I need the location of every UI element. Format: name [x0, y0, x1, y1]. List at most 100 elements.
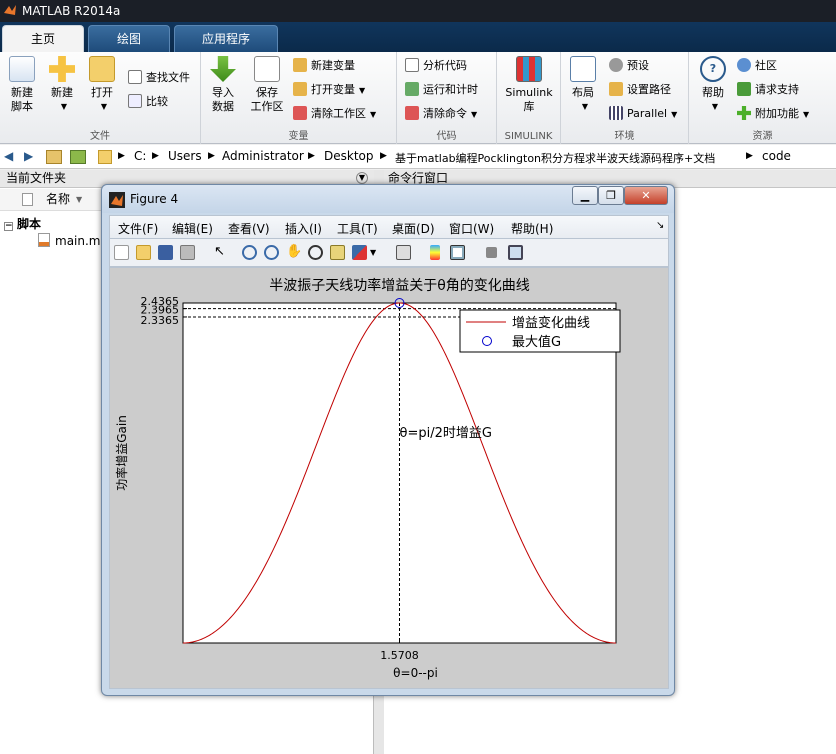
save-figure-icon[interactable]	[158, 245, 173, 260]
figure-canvas: 半波振子天线功率增益关于θ角的变化曲线 2.4365 2.3965 2.3365 θ…	[109, 267, 669, 689]
browse-folder-icon[interactable]	[70, 150, 86, 164]
back-icon[interactable]: ◀	[4, 149, 13, 163]
matlab-logo-icon	[109, 192, 125, 208]
show-tools-icon[interactable]	[508, 245, 523, 260]
crumb-project-folder[interactable]: 基于matlab编程Pocklington积分方程求半波天线源码程序+文档	[395, 150, 715, 166]
help-button[interactable]: ? 帮助 ▼	[695, 56, 731, 114]
legend-entry-gain: 增益变化曲线	[512, 315, 590, 331]
pan-hand-icon[interactable]: ✋	[286, 245, 302, 260]
group-variable: 导入 数据 保存 工作区 新建变量 打开变量 ▼ 清除工作区 ▼ 变量	[201, 52, 397, 144]
maximize-button[interactable]: ❐	[598, 186, 624, 205]
open-variable-icon	[293, 82, 307, 96]
simulink-icon	[516, 56, 542, 82]
app-title: MATLAB R2014a	[22, 4, 121, 18]
open-button[interactable]: 打开 ▼	[84, 56, 120, 114]
crumb-code[interactable]: code	[762, 149, 791, 163]
find-files-icon	[128, 70, 142, 84]
dock-arrow-icon[interactable]: ↘	[656, 220, 664, 231]
menu-insert[interactable]: 插入(I)	[285, 220, 322, 237]
run-and-time-button[interactable]: 运行和计时	[405, 80, 478, 100]
close-button[interactable]: ✕	[624, 186, 668, 205]
ribbon-tabs: 主页 绘图 应用程序	[0, 22, 836, 52]
brush-dropdown-icon[interactable]: ▼	[370, 245, 378, 260]
data-cursor-icon[interactable]	[330, 245, 345, 260]
forward-icon[interactable]: ▶	[24, 149, 33, 163]
plus-icon	[49, 56, 75, 82]
tree-folder-scripts[interactable]: − 脚本	[4, 215, 41, 232]
tab-apps[interactable]: 应用程序	[174, 25, 278, 52]
colorbar-icon[interactable]	[430, 245, 440, 260]
legend-icon[interactable]	[450, 245, 465, 260]
group-simulink-label: SIMULINK	[504, 131, 553, 142]
set-path-icon	[609, 82, 623, 96]
ribbon-toolbar: 新建 脚本 新建 ▼ 打开 ▼ 查找文件 比较 文件 导入 数据 保存 工作区 新建…	[0, 52, 836, 144]
group-environment: 布局 ▼ 预设 设置路径 Parallel ▼ 环境	[561, 52, 689, 144]
parallel-button[interactable]: Parallel ▼	[609, 104, 677, 124]
menu-file[interactable]: 文件(F)	[118, 220, 158, 237]
rotate-3d-icon[interactable]	[308, 245, 323, 260]
import-data-button[interactable]: 导入 数据	[205, 56, 241, 114]
hide-tools-icon[interactable]	[486, 247, 497, 258]
open-variable-button[interactable]: 打开变量 ▼	[293, 80, 365, 100]
analyze-code-icon	[405, 58, 419, 72]
community-button[interactable]: 社区	[737, 56, 777, 76]
group-variable-label: 变量	[288, 131, 309, 142]
new-button[interactable]: 新建 ▼	[44, 56, 80, 114]
max-annotation: θ=pi/2时增益G	[400, 426, 492, 441]
y-tick-label: 2.3365	[141, 314, 180, 327]
file-item-main[interactable]: main.m	[38, 233, 101, 248]
new-script-button[interactable]: 新建 脚本	[4, 56, 40, 114]
layout-icon	[570, 56, 596, 82]
request-support-button[interactable]: 请求支持	[737, 80, 799, 100]
collapse-icon[interactable]: −	[4, 222, 13, 231]
compare-icon	[128, 94, 142, 108]
compare-button[interactable]: 比较	[128, 92, 168, 112]
open-file-icon[interactable]	[136, 245, 151, 260]
new-figure-icon[interactable]	[114, 245, 129, 260]
x-axis-label: θ=0--pi	[393, 666, 438, 680]
group-resources-label: 资源	[752, 131, 773, 142]
simulink-library-button[interactable]: Simulink 库	[503, 56, 555, 114]
address-bar: ◀ ▶ ▶ C: ▶ Users ▶ Administrator ▶ Deskt…	[0, 145, 836, 169]
menu-window[interactable]: 窗口(W)	[449, 220, 494, 237]
folder-open-icon	[89, 56, 115, 82]
clear-workspace-button[interactable]: 清除工作区 ▼	[293, 104, 376, 124]
add-ons-button[interactable]: 附加功能 ▼	[737, 104, 809, 124]
community-icon	[737, 58, 751, 72]
zoom-out-icon[interactable]	[264, 245, 279, 260]
crumb-administrator[interactable]: Administrator	[222, 149, 304, 163]
zoom-in-icon[interactable]	[242, 245, 257, 260]
new-variable-button[interactable]: 新建变量	[293, 56, 355, 76]
figure-title-bar[interactable]: Figure 4 ▁ ❐ ✕	[102, 185, 674, 213]
preferences-button[interactable]: 预设	[609, 56, 649, 76]
minimize-button[interactable]: ▁	[572, 186, 598, 205]
clear-commands-icon	[405, 106, 419, 120]
menu-help[interactable]: 帮助(H)	[511, 220, 553, 237]
group-code-label: 代码	[436, 131, 457, 142]
link-plot-icon[interactable]	[396, 245, 411, 260]
crumb-users[interactable]: Users	[168, 149, 202, 163]
tab-plots[interactable]: 绘图	[88, 25, 170, 52]
panel-menu-icon[interactable]: ▼	[356, 172, 368, 184]
menu-edit[interactable]: 编辑(E)	[172, 220, 213, 237]
new-variable-icon	[293, 58, 307, 72]
figure-menu-bar: 文件(F) 编辑(E) 查看(V) 插入(I) 工具(T) 桌面(D) 窗口(W…	[109, 215, 669, 239]
y-axis-label: 功率增益Gain	[114, 415, 129, 491]
legend[interactable]: 增益变化曲线 最大值G	[459, 309, 621, 353]
crumb-drive[interactable]: C:	[134, 149, 146, 163]
save-workspace-button[interactable]: 保存 工作区	[247, 56, 287, 114]
find-files-button[interactable]: 查找文件	[128, 68, 190, 88]
up-folder-icon[interactable]	[46, 150, 62, 164]
analyze-code-button[interactable]: 分析代码	[405, 56, 467, 76]
set-path-button[interactable]: 设置路径	[609, 80, 671, 100]
menu-view[interactable]: 查看(V)	[228, 220, 270, 237]
print-icon[interactable]	[180, 245, 195, 260]
layout-button[interactable]: 布局 ▼	[565, 56, 601, 114]
crumb-desktop[interactable]: Desktop	[324, 149, 374, 163]
clear-commands-button[interactable]: 清除命令 ▼	[405, 104, 477, 124]
menu-desktop[interactable]: 桌面(D)	[392, 220, 435, 237]
menu-tools[interactable]: 工具(T)	[337, 220, 378, 237]
edit-plot-pointer-icon[interactable]: ↖	[212, 245, 227, 260]
brush-icon[interactable]	[352, 245, 367, 260]
tab-home[interactable]: 主页	[2, 25, 84, 52]
